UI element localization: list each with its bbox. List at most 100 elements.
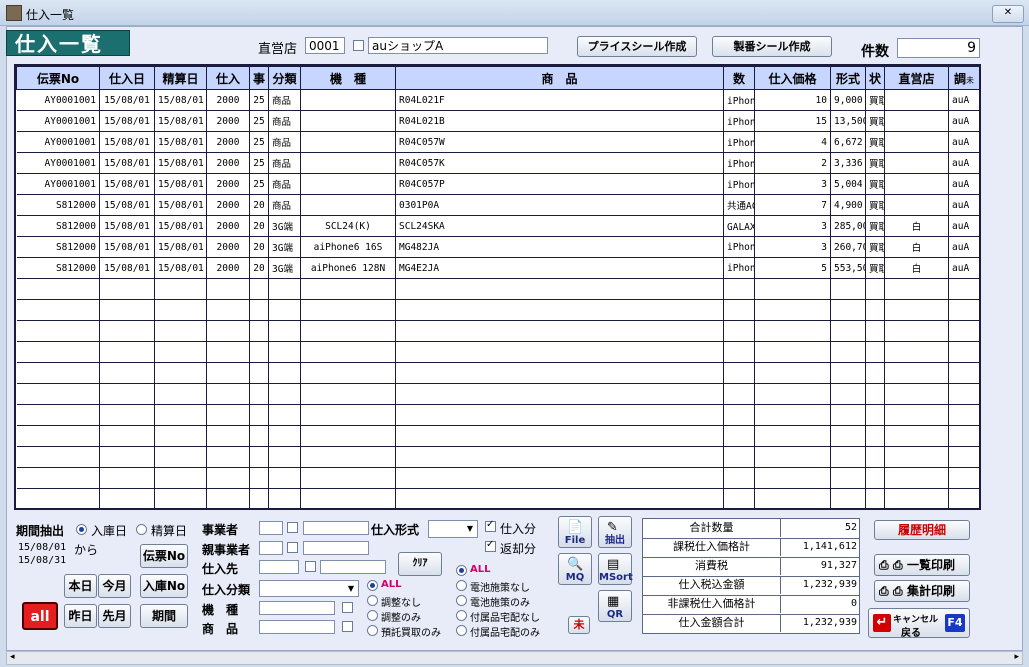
- col-adjust[interactable]: 調未: [948, 66, 979, 90]
- consign-only-radio[interactable]: [367, 625, 378, 636]
- today-button[interactable]: 本日: [64, 574, 97, 598]
- slip-no-button[interactable]: 伝票No: [140, 544, 188, 568]
- horizontal-scrollbar[interactable]: ◂ ▸: [6, 651, 1023, 665]
- table-row[interactable]: [16, 488, 979, 508]
- table-row[interactable]: [16, 320, 979, 342]
- adjust-none-radio[interactable]: [367, 595, 378, 606]
- col-store[interactable]: 直営店: [884, 66, 949, 90]
- parent-business-name-field[interactable]: [303, 541, 369, 555]
- price-seal-button[interactable]: プライスシール作成: [577, 36, 697, 57]
- extract-button[interactable]: ✎ 抽出: [598, 516, 632, 548]
- col-model[interactable]: 機 種: [300, 66, 396, 90]
- receive-date-radio[interactable]: [76, 524, 87, 535]
- table-row[interactable]: [16, 404, 979, 426]
- col-price[interactable]: 仕入価格: [754, 66, 831, 90]
- store-checkbox[interactable]: [353, 40, 364, 51]
- receive-no-button[interactable]: 入庫No: [140, 574, 188, 598]
- col-purchase-date[interactable]: 仕入日: [99, 66, 155, 90]
- purchase-check[interactable]: ✓: [485, 519, 496, 532]
- table-row[interactable]: AY0001001 15/08/01 15/08/01 2000 25 商品 R04L021…: [16, 89, 979, 111]
- table-row[interactable]: AY0001001 15/08/01 15/08/01 2000 25 商品 R04C057…: [16, 131, 979, 153]
- cell-purchase: [206, 425, 250, 447]
- adjust-only-radio[interactable]: [367, 610, 378, 621]
- period-button[interactable]: 期間: [140, 604, 188, 628]
- accessory-none-radio[interactable]: [456, 610, 467, 621]
- this-month-button[interactable]: 今月: [98, 574, 131, 598]
- battery-all-radio[interactable]: [456, 565, 467, 576]
- category-select[interactable]: ▼: [259, 580, 359, 597]
- col-purchase[interactable]: 仕入: [206, 66, 250, 90]
- business-name-field[interactable]: [303, 521, 369, 535]
- col-qty[interactable]: 数: [723, 66, 755, 90]
- cell-category: [268, 488, 301, 508]
- parent-business-code-field[interactable]: [259, 541, 283, 555]
- list-print-button[interactable]: ⎙ ⎙ 一覧印刷: [874, 554, 970, 576]
- cell-category: [268, 404, 301, 426]
- col-category[interactable]: 分類: [268, 66, 301, 90]
- store-code-field[interactable]: 0001: [305, 37, 345, 54]
- qr-button[interactable]: ▦ QR: [598, 590, 632, 622]
- cell-slip-no: S812000: [16, 194, 100, 216]
- battery-none-radio[interactable]: [456, 580, 467, 591]
- cell-business: [249, 320, 269, 342]
- table-row[interactable]: S812000 15/08/01 15/08/01 2000 20 商品 0301P0A 共通…: [16, 194, 979, 216]
- file-button[interactable]: 📄 File: [558, 516, 592, 548]
- settle-date-radio[interactable]: [136, 524, 147, 535]
- col-status[interactable]: 状: [865, 66, 885, 90]
- model-field[interactable]: [259, 601, 335, 615]
- business-checkbox[interactable]: [287, 522, 298, 533]
- yesterday-button[interactable]: 昨日: [64, 604, 97, 628]
- all-button[interactable]: all: [22, 602, 58, 630]
- cell-store: [884, 341, 949, 363]
- supplier-code-field[interactable]: [259, 560, 299, 574]
- scroll-right-icon[interactable]: ▸: [1014, 652, 1019, 662]
- accessory-only-radio[interactable]: [456, 625, 467, 636]
- product-field[interactable]: [259, 620, 335, 634]
- cell-settle-date: [154, 446, 207, 468]
- table-row[interactable]: [16, 446, 979, 468]
- parent-business-checkbox[interactable]: [287, 542, 298, 553]
- scroll-left-icon[interactable]: ◂: [10, 652, 15, 662]
- product-checkbox[interactable]: [342, 621, 353, 632]
- col-product[interactable]: 商 品: [395, 66, 724, 90]
- table-row[interactable]: AY0001001 15/08/01 15/08/01 2000 25 商品 R04C057…: [16, 152, 979, 174]
- to-date[interactable]: 15/08/31: [18, 555, 66, 566]
- last-month-button[interactable]: 先月: [98, 604, 131, 628]
- table-row[interactable]: [16, 299, 979, 321]
- cell-purchase: [206, 362, 250, 384]
- cancel-back-button[interactable]: ↵ キャンセル 戻る F4: [868, 608, 970, 639]
- clear-button[interactable]: ｸﾘｱ: [398, 552, 442, 576]
- purchase-type-select[interactable]: ▼: [428, 520, 478, 538]
- col-slip-no[interactable]: 伝票No: [16, 66, 100, 90]
- from-date[interactable]: 15/08/01: [18, 542, 66, 553]
- col-type[interactable]: 形式: [830, 66, 866, 90]
- table-row[interactable]: [16, 362, 979, 384]
- supplier-checkbox[interactable]: [305, 561, 316, 572]
- msort-button[interactable]: ▤ MSort: [598, 553, 633, 585]
- adjust-all-radio[interactable]: [367, 580, 378, 591]
- table-row[interactable]: AY0001001 15/08/01 15/08/01 2000 25 商品 R04L021…: [16, 110, 979, 132]
- supplier-name-field[interactable]: [320, 560, 386, 574]
- battery-only-radio[interactable]: [456, 595, 467, 606]
- table-row[interactable]: [16, 467, 979, 489]
- store-name-field[interactable]: auショップA: [368, 37, 548, 54]
- table-row[interactable]: S812000 15/08/01 15/08/01 2000 20 3G端 SCL24(K)…: [16, 215, 979, 237]
- model-checkbox[interactable]: [342, 602, 353, 613]
- table-row[interactable]: [16, 341, 979, 363]
- col-settle-date[interactable]: 精算日: [154, 66, 207, 90]
- close-window-button[interactable]: ✕: [992, 5, 1024, 23]
- history-button[interactable]: 履歴明細: [874, 520, 970, 540]
- table-row[interactable]: [16, 278, 979, 300]
- table-row[interactable]: [16, 425, 979, 447]
- table-row[interactable]: AY0001001 15/08/01 15/08/01 2000 25 商品 R04C057…: [16, 173, 979, 195]
- mq-button[interactable]: 🔍 MQ: [558, 553, 592, 585]
- business-code-field[interactable]: [259, 521, 283, 535]
- table-row[interactable]: S812000 15/08/01 15/08/01 2000 20 3G端 aiPhone6…: [16, 236, 979, 258]
- unprocessed-button[interactable]: 未: [568, 616, 590, 634]
- table-row[interactable]: [16, 383, 979, 405]
- col-business[interactable]: 事: [249, 66, 269, 90]
- table-row[interactable]: S812000 15/08/01 15/08/01 2000 20 3G端 aiPhone6…: [16, 257, 979, 279]
- total-print-button[interactable]: ⎙ ⎙ 集計印刷: [874, 580, 970, 602]
- serial-seal-button[interactable]: 製番シール作成: [712, 36, 832, 57]
- return-check[interactable]: ✓: [485, 539, 496, 552]
